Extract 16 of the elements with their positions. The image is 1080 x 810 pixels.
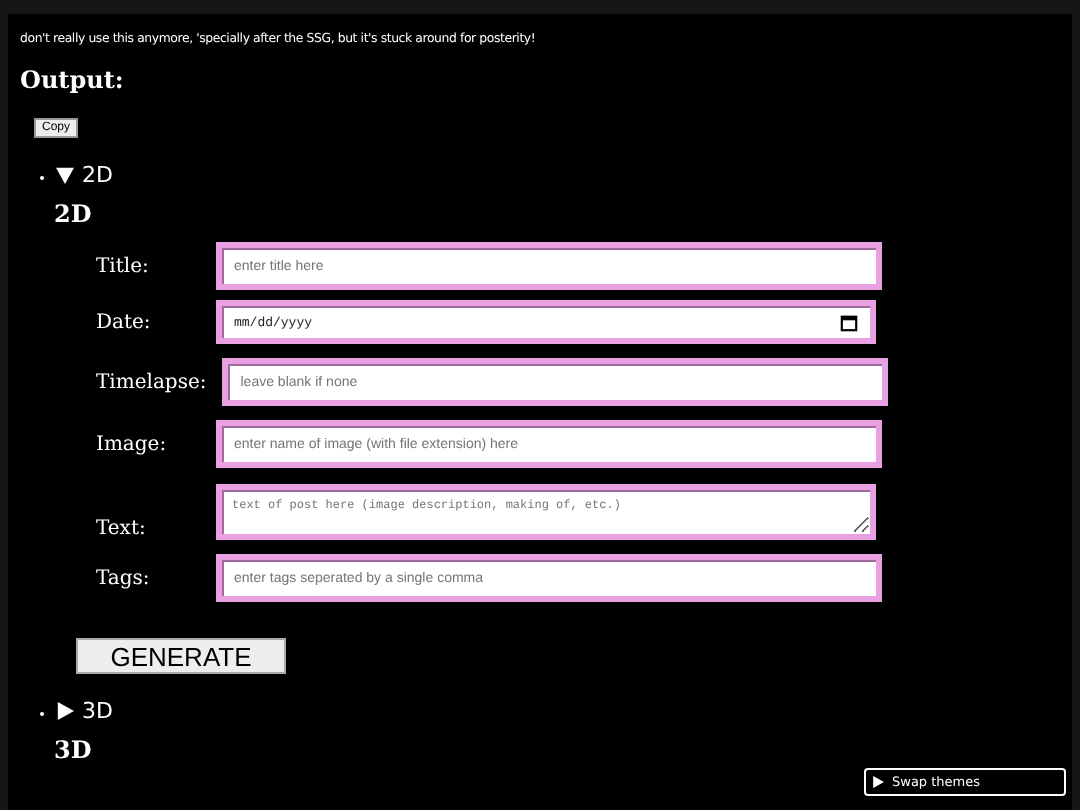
triangle-icon (56, 702, 74, 720)
generate-button[interactable]: GENERATE (76, 638, 286, 674)
section-toggle[interactable]: 3D (56, 698, 113, 724)
calendar-icon (840, 313, 858, 331)
field-label: Date: (96, 311, 153, 333)
triangle-icon (56, 166, 74, 184)
triangle-icon (872, 776, 884, 788)
section-heading: 2D (54, 200, 94, 228)
field-label: Tags: (96, 567, 152, 589)
field-label: Timelapse: (96, 371, 207, 393)
field-label: Image: (96, 433, 169, 455)
field-label: Text: (96, 518, 148, 540)
section-heading: 3D (54, 736, 94, 764)
output-heading: Output: (20, 66, 126, 94)
section-toggle[interactable]: 2D (56, 162, 113, 188)
field-label: Title: (96, 255, 151, 277)
